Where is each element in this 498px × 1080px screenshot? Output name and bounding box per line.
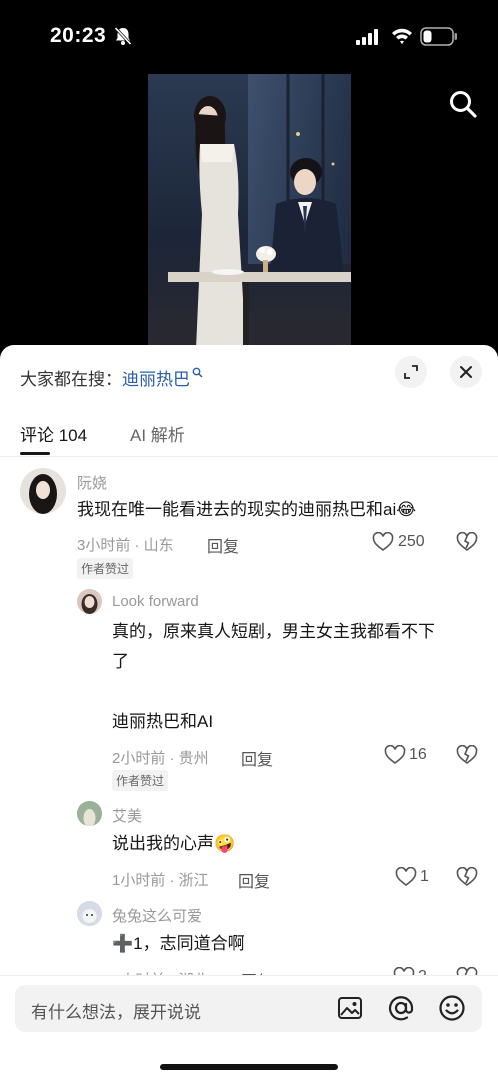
heart-icon[interactable] (372, 532, 394, 552)
comment-item: 阮娆 我现在唯一能看进去的现实的迪丽热巴和ai😂 3小时前 · 山东 回复 作者… (0, 458, 498, 579)
comment-text-line-2: 了 (112, 652, 129, 671)
close-button[interactable] (450, 356, 482, 388)
comment-text-line-3: 迪丽热巴和AI (112, 712, 214, 731)
broken-heart-icon[interactable] (456, 745, 478, 765)
comment-text: 说出我的心声🤪 (112, 834, 236, 853)
avatar[interactable] (77, 589, 102, 614)
comment-text: ➕1，志同道合啊 (112, 934, 245, 953)
everyone-search-prefix: 大家都在搜： (20, 370, 122, 389)
comment-username[interactable]: 艾美 (112, 805, 142, 826)
comment-input-bar: 有什么想法，展开说说 (0, 975, 498, 1080)
comment-meta: 1小时前 · 浙江 (112, 872, 209, 889)
close-icon (460, 366, 472, 378)
expand-icon (404, 365, 418, 379)
avatar[interactable] (20, 468, 66, 514)
tab-ai-analysis[interactable]: AI 解析 (130, 421, 185, 446)
active-tab-indicator (20, 452, 50, 455)
home-indicator[interactable] (160, 1064, 338, 1070)
image-icon[interactable] (337, 995, 363, 1021)
video-player[interactable] (148, 74, 351, 349)
battery-icon (420, 27, 457, 46)
status-time: 20:23 (50, 24, 107, 47)
avatar[interactable] (77, 901, 102, 926)
comment-input-placeholder: 有什么想法，展开说说 (31, 1003, 201, 1022)
reply-button[interactable]: 回复 (238, 868, 270, 892)
tab-comments[interactable]: 评论 104 (20, 421, 87, 446)
sheet-header: 大家都在搜：迪丽热巴 (0, 345, 498, 405)
reply-button[interactable]: 回复 (207, 533, 239, 557)
comment-username[interactable]: 阮娆 (77, 472, 107, 493)
expand-button[interactable] (395, 356, 427, 388)
comment-sheet: 大家都在搜：迪丽热巴 评论 104 AI 解析 阮娆 我现在唯一能看进去的现实的… (0, 345, 498, 1080)
author-liked-badge: 作者赞过 (77, 558, 134, 579)
bell-muted-icon (114, 26, 132, 46)
author-liked-badge: 作者赞过 (112, 770, 169, 791)
everyone-search-link[interactable]: 大家都在搜：迪丽热巴 (20, 365, 203, 390)
mention-at-icon[interactable] (387, 994, 415, 1022)
comment-meta: 3小时前 · 山东 (77, 537, 174, 554)
like-count: 16 (409, 746, 427, 763)
reply-item: Look forward 真的，原来真人短剧，男主女主我都看不下 了 迪丽热巴和… (0, 586, 498, 791)
comment-list[interactable]: 阮娆 我现在唯一能看进去的现实的迪丽热巴和ai😂 3小时前 · 山东 回复 作者… (0, 458, 498, 978)
avatar[interactable] (77, 801, 102, 826)
status-bar: 20:23 (0, 0, 498, 72)
reply-button[interactable]: 回复 (241, 746, 273, 770)
search-icon[interactable] (448, 89, 478, 119)
comment-text-line-1: 真的，原来真人短剧，男主女主我都看不下 (112, 622, 435, 641)
broken-heart-icon[interactable] (456, 867, 478, 887)
video-frame-illustration (148, 74, 351, 349)
reply-item: 兔兔这么可爱 ➕1，志同道合啊 2小时前 · 湖北 回复 2 (0, 898, 498, 978)
comment-meta: 2小时前 · 贵州 (112, 750, 209, 767)
comment-tabs: 评论 104 AI 解析 (0, 415, 498, 457)
reply-item: 艾美 说出我的心声🤪 1小时前 · 浙江 回复 1 (0, 798, 498, 898)
wifi-icon (392, 28, 412, 44)
signal-icon (356, 29, 378, 45)
comment-username[interactable]: Look forward (112, 593, 199, 610)
like-count: 250 (398, 533, 425, 550)
like-count: 1 (420, 868, 429, 885)
comment-username[interactable]: 兔兔这么可爱 (112, 905, 202, 926)
comment-input[interactable]: 有什么想法，展开说说 (15, 985, 482, 1032)
heart-icon[interactable] (395, 867, 417, 887)
emoji-icon[interactable] (438, 994, 466, 1022)
comment-text: 我现在唯一能看进去的现实的迪丽热巴和ai😂 (77, 500, 417, 519)
everyone-search-keyword[interactable]: 迪丽热巴 (122, 370, 190, 389)
broken-heart-icon[interactable] (456, 532, 478, 552)
heart-icon[interactable] (384, 745, 406, 765)
keyword-search-icon (192, 367, 203, 378)
